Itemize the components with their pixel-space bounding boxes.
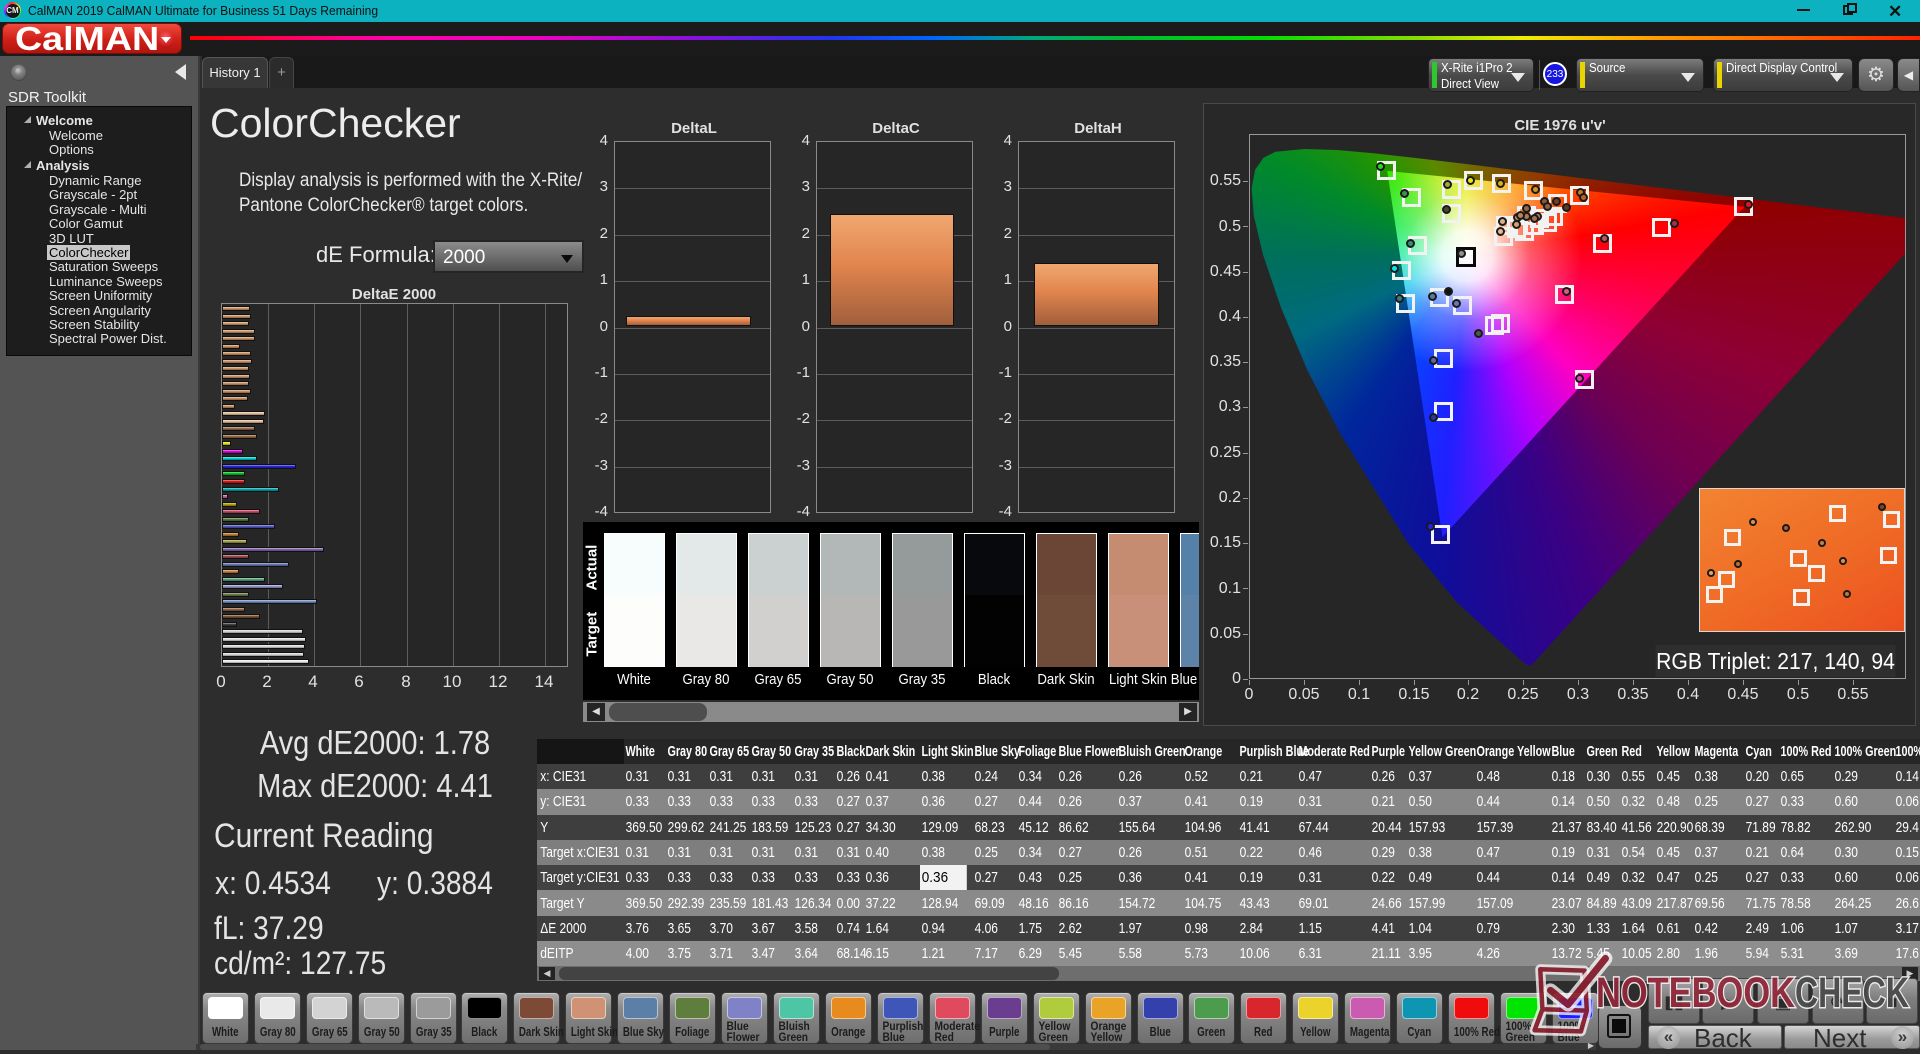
svg-text:CHECK: CHECK — [1795, 969, 1909, 1017]
svg-text:NOTEBOOK: NOTEBOOK — [1596, 969, 1795, 1017]
